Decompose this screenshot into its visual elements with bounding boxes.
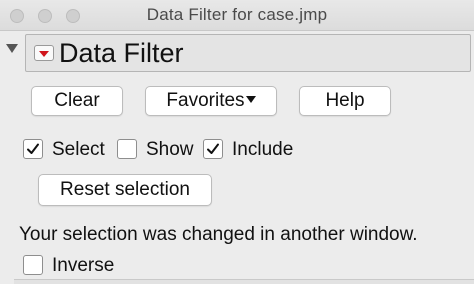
chevron-down-icon: [245, 96, 256, 103]
inverse-checkbox[interactable]: [23, 255, 43, 275]
include-label[interactable]: Include: [232, 139, 293, 161]
title-bar: Data Filter for case.jmp: [0, 0, 474, 31]
favorites-label: Favorites: [166, 90, 245, 111]
disclosure-triangle-icon[interactable]: [6, 44, 18, 53]
reset-selection-button[interactable]: Reset selection: [38, 174, 212, 206]
show-label[interactable]: Show: [146, 139, 194, 161]
checkmark-icon: [207, 143, 219, 154]
data-filter-window: Data Filter for case.jmp Data Filter Cle…: [0, 0, 474, 284]
help-button[interactable]: Help: [299, 86, 391, 116]
show-checkbox[interactable]: [117, 139, 137, 159]
outline-title: Data Filter: [59, 38, 184, 68]
window-title: Data Filter for case.jmp: [146, 5, 328, 24]
outline-header: Data Filter: [25, 34, 471, 72]
red-triangle-icon: [39, 51, 49, 57]
select-checkbox[interactable]: [23, 139, 43, 159]
clear-button[interactable]: Clear: [31, 86, 123, 116]
red-triangle-menu-button[interactable]: [34, 45, 54, 61]
status-message: Your selection was changed in another wi…: [19, 224, 418, 245]
inverse-label[interactable]: Inverse: [52, 255, 114, 277]
select-label[interactable]: Select: [52, 139, 105, 161]
favorites-button[interactable]: Favorites: [145, 86, 277, 116]
next-panel-edge: [14, 279, 474, 284]
include-checkbox[interactable]: [203, 139, 223, 159]
checkmark-icon: [27, 143, 39, 154]
